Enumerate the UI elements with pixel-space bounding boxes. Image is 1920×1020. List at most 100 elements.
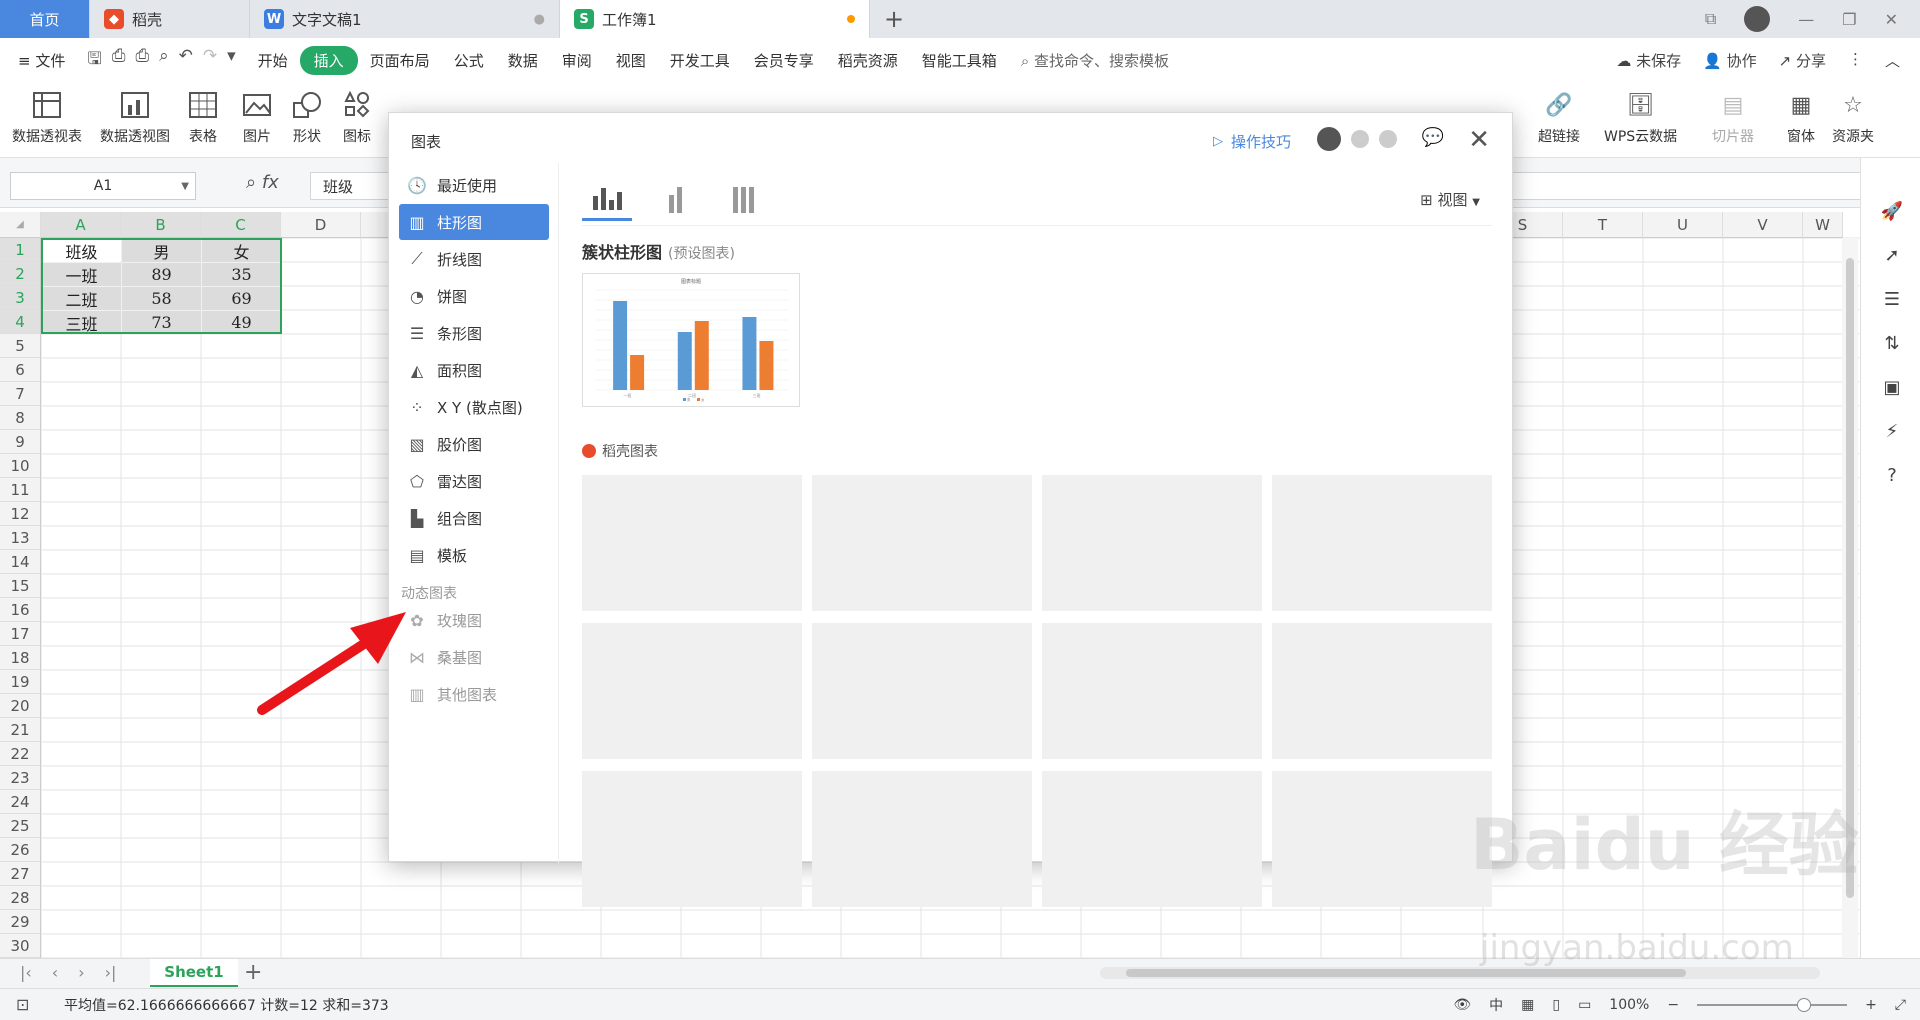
chart-template-card[interactable] [582,623,802,759]
category-other[interactable]: ▥ 其他图表 [399,676,549,712]
feedback-icon[interactable]: 💬 [1422,127,1444,148]
minimize-icon[interactable]: — [1798,10,1814,29]
pivot-table-button[interactable]: 数据透视表 [12,88,82,146]
category-area[interactable]: ◭ 面积图 [399,352,549,388]
row-header[interactable]: 21 [0,718,41,742]
picture-button[interactable]: 图片 [240,88,274,146]
row-header[interactable]: 9 [0,430,41,454]
print-icon[interactable]: ⎙ [135,46,149,75]
row-header[interactable]: 8 [0,406,41,430]
menu-docer-resources[interactable]: 稻壳资源 [826,50,910,71]
redo-icon[interactable]: ↷ [203,46,217,75]
row-header[interactable]: 17 [0,622,41,646]
slicer-button[interactable]: ▤ 切片器 [1712,88,1754,146]
multi-window-icon[interactable]: ⧉ [1705,9,1716,29]
row-header[interactable]: 15 [0,574,41,598]
category-bar[interactable]: ☰ 条形图 [399,315,549,351]
wps-cloud-data-button[interactable]: 🗄 WPS云数据 [1604,88,1677,146]
row-header[interactable]: 13 [0,526,41,550]
row-header[interactable]: 28 [0,886,41,910]
file-menu[interactable]: ≡ 文件 [0,50,77,71]
menu-view[interactable]: 视图 [604,50,658,71]
command-search[interactable]: ⌕ 查找命令、搜索模板 [1009,50,1181,71]
row-header[interactable]: 6 [0,358,41,382]
chart-template-card[interactable] [1272,623,1492,759]
category-stock[interactable]: ▧ 股价图 [399,426,549,462]
chart-template-card[interactable] [812,771,1032,907]
view-toggle[interactable]: ⊞ 视图 ▼ [1420,189,1480,210]
category-radar[interactable]: ⬠ 雷达图 [399,463,549,499]
menu-home[interactable]: 开始 [246,50,300,71]
chart-preview[interactable]: 图表标题 一班 二班 三班男女 [582,273,800,407]
row-header[interactable]: 29 [0,910,41,934]
collab-button[interactable]: 👤 协作 [1703,50,1756,71]
style-icon[interactable]: ⇅ [1881,332,1903,354]
category-column[interactable]: ▥ 柱形图 [399,204,549,240]
eye-protection-icon[interactable]: 👁 [1453,997,1471,1013]
row-header[interactable]: 26 [0,838,41,862]
clustered-column-tab[interactable] [582,173,632,221]
form-button[interactable]: ▦ 窗体 [1784,88,1818,146]
reading-view-icon[interactable]: ▭ [1578,997,1591,1013]
zoom-out-icon[interactable]: − [1667,997,1679,1013]
row-header[interactable]: 14 [0,550,41,574]
percent-stacked-column-tab[interactable] [718,173,768,221]
zoom-slider-knob[interactable] [1797,998,1812,1012]
select-all-corner[interactable]: ◢ [0,212,41,238]
column-header-u[interactable]: U [1643,212,1723,238]
row-header[interactable]: 2 [0,262,41,286]
name-box[interactable]: A1 ▼ [10,172,196,200]
fx-icon[interactable]: ⌕ fx [246,172,279,193]
category-rose[interactable]: ✿ 玫瑰图 [399,602,549,638]
category-scatter[interactable]: ⁘ X Y (散点图) [399,389,549,425]
horizontal-scrollbar[interactable] [1100,967,1820,979]
fullscreen-icon[interactable]: ⤢ [1895,997,1906,1013]
dialog-close-icon[interactable]: ✕ [1468,125,1490,155]
undo-icon[interactable]: ↶ [179,46,193,75]
page-view-icon[interactable]: ▯ [1552,997,1560,1013]
row-header[interactable]: 3 [0,286,41,310]
lightning-icon[interactable]: ⚡ [1881,420,1903,442]
chart-template-card[interactable] [582,771,802,907]
shape-button[interactable]: 形状 [290,88,324,146]
tips-link[interactable]: ▷ 操作技巧 [1213,131,1291,152]
row-header[interactable]: 27 [0,862,41,886]
unsaved-button[interactable]: ☁ 未保存 [1616,50,1681,71]
row-header[interactable]: 10 [0,454,41,478]
category-combo[interactable]: ▙ 组合图 [399,500,549,536]
menu-insert[interactable]: 插入 [299,45,358,75]
row-header[interactable]: 25 [0,814,41,838]
collapse-ribbon-icon[interactable]: ︿ [1885,50,1900,71]
chart-template-card[interactable] [1042,771,1262,907]
first-sheet-icon[interactable]: |‹ [20,963,32,982]
menu-page-layout[interactable]: 页面布局 [358,50,442,71]
input-method-icon[interactable]: 中 [1489,995,1503,1015]
menu-developer[interactable]: 开发工具 [658,50,742,71]
menu-member[interactable]: 会员专享 [742,50,826,71]
column-header-b[interactable]: B [121,212,201,238]
close-window-icon[interactable]: ✕ [1885,10,1898,29]
row-header[interactable]: 7 [0,382,41,406]
chart-template-card[interactable] [582,475,802,611]
stacked-column-tab[interactable] [650,173,700,221]
rocket-icon[interactable]: 🚀 [1881,200,1903,222]
sliders-icon[interactable]: ☰ [1881,288,1903,310]
help-icon[interactable]: ? [1881,464,1903,486]
more-dropdown-icon[interactable]: ▾ [227,46,236,75]
row-header[interactable]: 30 [0,934,41,958]
icon-button[interactable]: 图标 [340,88,374,146]
tab-writer[interactable]: W 文字文稿1 ● [250,0,560,38]
tab-workbook[interactable]: S 工作簿1 [560,0,870,38]
pivot-chart-button[interactable]: 数据透视图 [100,88,170,146]
column-header-d[interactable]: D [281,212,361,238]
save-icon[interactable]: 🖫 [87,46,101,75]
row-header[interactable]: 5 [0,334,41,358]
category-sankey[interactable]: ⋈ 桑基图 [399,639,549,675]
row-header[interactable]: 12 [0,502,41,526]
next-sheet-icon[interactable]: › [78,963,84,982]
category-line[interactable]: ⟋ 折线图 [399,241,549,277]
category-template[interactable]: ▤ 模板 [399,537,549,573]
row-header[interactable]: 16 [0,598,41,622]
row-header[interactable]: 20 [0,694,41,718]
sheet-tab-sheet1[interactable]: Sheet1 [150,959,238,987]
